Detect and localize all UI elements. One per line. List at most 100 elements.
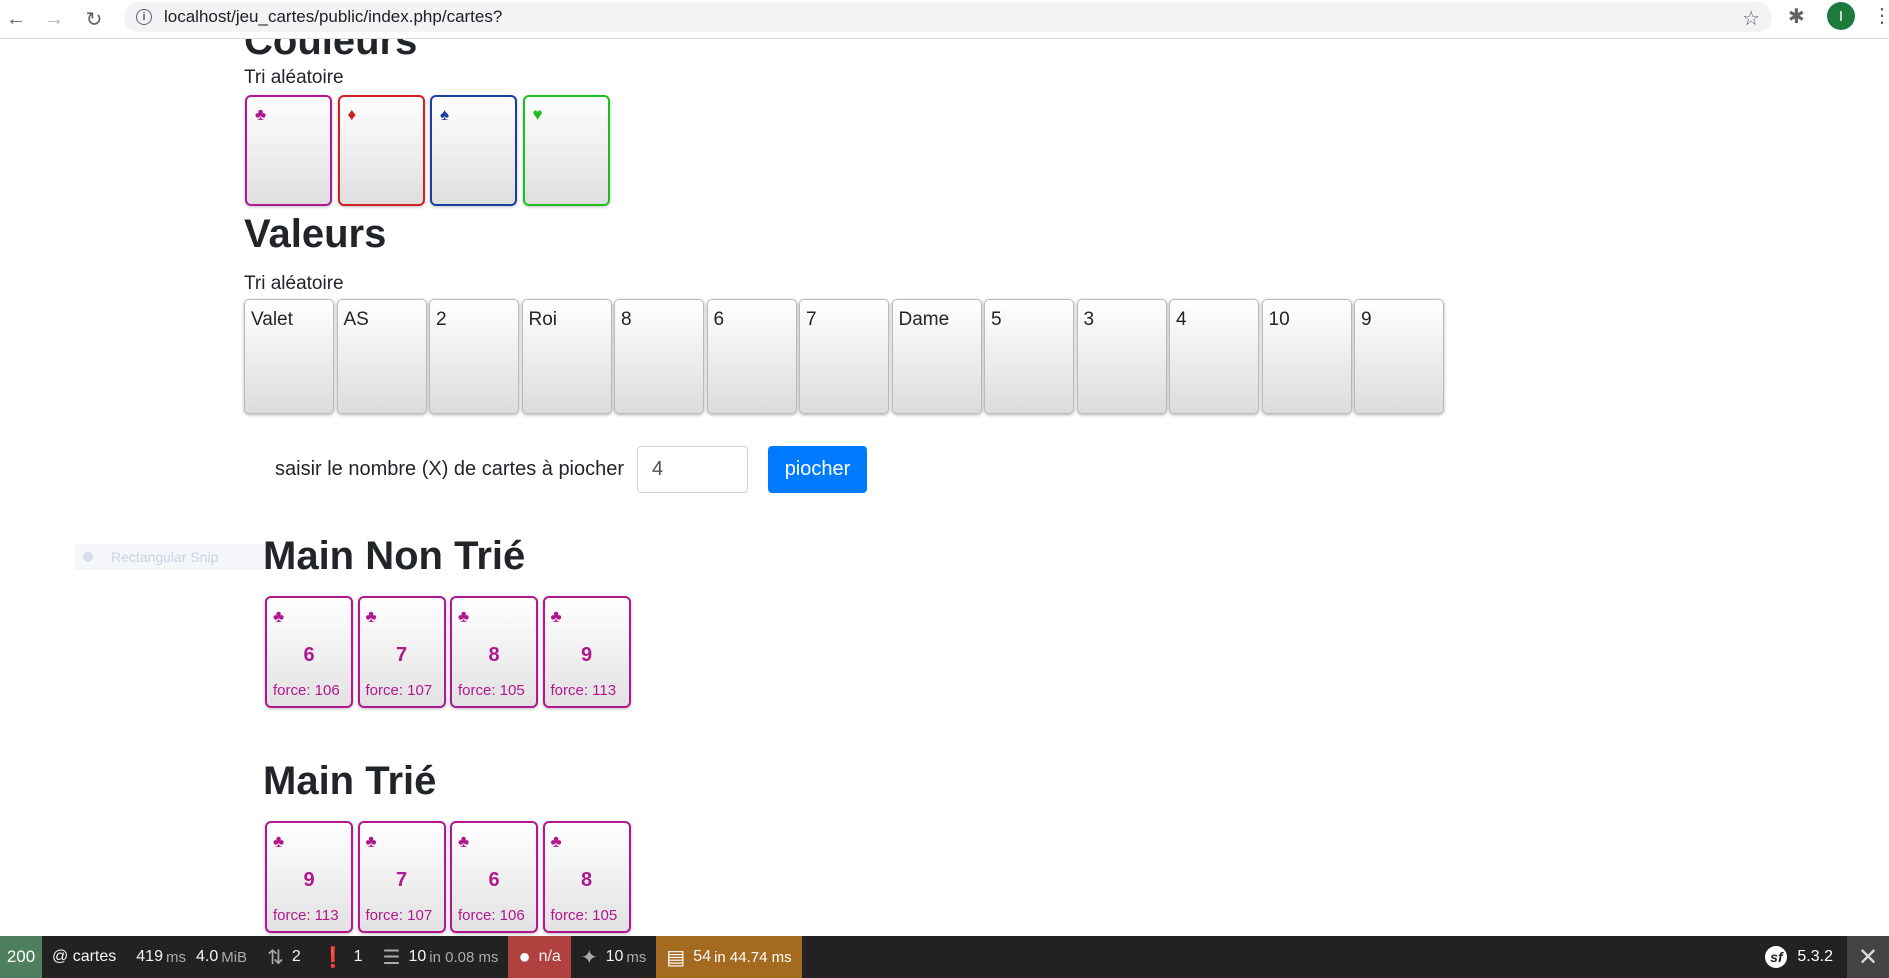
twig-icon: ✦ [580,946,598,969]
database-icon: ▤ [666,946,686,969]
hand-card-suit-icon: ♣ [273,832,285,851]
symfony-version-item[interactable]: sf 5.3.2 [1751,946,1847,968]
status-code-badge[interactable]: 200 [0,936,42,978]
extensions-puzzle-icon[interactable]: ✱ [1788,4,1805,29]
address-bar[interactable]: i localhost/jeu_cartes/public/index.php/… [124,2,1772,32]
hand-card-value: 6 [303,644,315,666]
twig-unit: ms [626,948,647,966]
requests-item[interactable]: ⇅ 2 [257,936,311,978]
hand-card-force: force: 107 [365,907,433,924]
hand-card-value: 6 [488,869,500,891]
memory-item[interactable]: 4.0 MiB [196,936,257,978]
time-unit: ms [165,948,186,966]
hand-card: ♣ 9 force: 113 [265,821,353,933]
browser-menu-icon[interactable]: ⋮ [1872,3,1889,28]
symfony-version: 5.3.2 [1797,948,1833,965]
twig-item[interactable]: ✦ 10 ms [571,936,657,978]
forward-arrow-icon[interactable]: → [40,5,68,33]
value-card-label: 3 [1083,309,1095,330]
snip-overlay: Rectangular Snip [75,544,265,570]
memory-unit: MiB [221,948,248,966]
hand-card-suit-icon: ♣ [550,607,562,626]
hand-card: ♣ 9 force: 113 [542,596,631,708]
value-card-label: 7 [806,309,817,330]
piocher-button[interactable]: piocher [768,446,867,493]
back-arrow-icon[interactable]: ← [2,5,30,33]
hand-card-value: 9 [303,869,315,891]
suit-icon: ♥ [532,105,543,124]
hand-card-value: 9 [580,644,593,666]
couleurs-subtitle: Tri aléatoire [244,67,344,88]
value-card-label: 4 [1176,309,1187,330]
info-icon[interactable]: i [136,9,152,25]
route-item[interactable]: @ cartes [42,936,126,978]
draw-count-label: saisir le nombre (X) de cartes à piocher [275,458,625,480]
draw-count-input[interactable] [637,446,748,493]
hand-card-suit-icon: ♣ [365,607,377,626]
valeurs-subtitle: Tri aléatoire [244,273,344,294]
close-toolbar-icon[interactable]: ✕ [1847,936,1889,978]
hand-card-force: force: 106 [458,907,525,924]
value-card-label: 6 [713,309,725,330]
hand-card-suit-icon: ♣ [458,607,470,626]
logs-count: 1 [353,948,363,965]
suit-icon: ♦ [347,105,357,124]
symfony-debug-toolbar: 200 @ cartes 419 ms 4.0 MiB ⇅ 2 ❗ 1 ☰ 10 in 0.… [0,936,1889,978]
twig-value: 10 [605,948,624,965]
hand-card-force: force: 113 [550,682,617,699]
hand-card-force: force: 113 [273,907,339,924]
value-card-label: Valet [251,309,293,330]
suit-card: ♠ [430,95,517,206]
bookmark-star-icon[interactable]: ☆ [1742,6,1760,31]
hand-card-force: force: 106 [273,682,340,699]
value-card: 8 [614,299,704,414]
value-card: 3 [1076,299,1167,414]
value-card: Valet [244,299,334,414]
logs-item[interactable]: ❗ 1 [311,936,373,978]
cache-item[interactable]: ☰ 10 in 0.08 ms [373,936,509,978]
value-card-label: 10 [1268,309,1290,330]
memory-value: 4.0 [195,948,219,965]
value-card-label: AS [343,309,369,330]
symfony-logo-icon: sf [1765,946,1788,968]
database-item[interactable]: ▤ 54 in 44.74 ms [656,936,802,978]
suit-icon: ♠ [440,105,450,124]
value-card-label: 5 [991,309,1002,330]
profile-avatar[interactable]: I [1827,2,1855,30]
hand-card-force: force: 105 [458,682,525,699]
toolbar-right: sf 5.3.2 ✕ [1751,936,1889,978]
hand-card: ♣ 6 force: 106 [265,596,353,708]
page-content: Couleurs Tri aléatoire ♣ ♦ ♠ ♥ Valeurs Tri … [0,39,1889,936]
hand-card: ♣ 8 force: 105 [450,596,538,708]
value-card-label: Dame [898,309,950,330]
suit-icon: ♣ [255,105,267,124]
valeurs-heading: Valeurs [244,212,387,256]
snip-label: Rectangular Snip [111,549,219,565]
requests-count: 2 [291,948,301,965]
logs-warning-icon: ❗ [320,946,346,969]
value-card-label: 9 [1361,309,1372,330]
hand-card-value: 8 [488,644,500,666]
url-text[interactable]: localhost/jeu_cartes/public/index.php/ca… [164,7,502,27]
suit-card: ♦ [337,95,425,206]
user-item[interactable]: ● n/a [508,936,571,978]
hand-card-value: 7 [395,644,408,666]
value-card: 6 [706,299,797,414]
time-item[interactable]: 419 ms [126,936,196,978]
reload-icon[interactable]: ↻ [80,5,108,33]
value-card-label: Roi [528,309,558,330]
hand-card: ♣ 7 force: 107 [357,596,446,708]
value-card: 9 [1354,299,1444,414]
hand-card-force: force: 107 [365,682,433,699]
value-card: AS [336,299,427,414]
value-card-label: 2 [436,309,447,330]
hand-card-suit-icon: ♣ [458,832,470,851]
suit-card: ♣ [245,95,332,206]
browser-toolbar: ← → ↻ i localhost/jeu_cartes/public/inde… [0,0,1889,39]
hand-card: ♣ 7 force: 107 [357,821,446,933]
hand-card-force: force: 105 [550,907,618,924]
main-trie-heading: Main Trié [263,759,437,803]
value-card: Roi [521,299,612,414]
hand-card-suit-icon: ♣ [273,607,285,626]
value-card: 4 [1169,299,1259,414]
